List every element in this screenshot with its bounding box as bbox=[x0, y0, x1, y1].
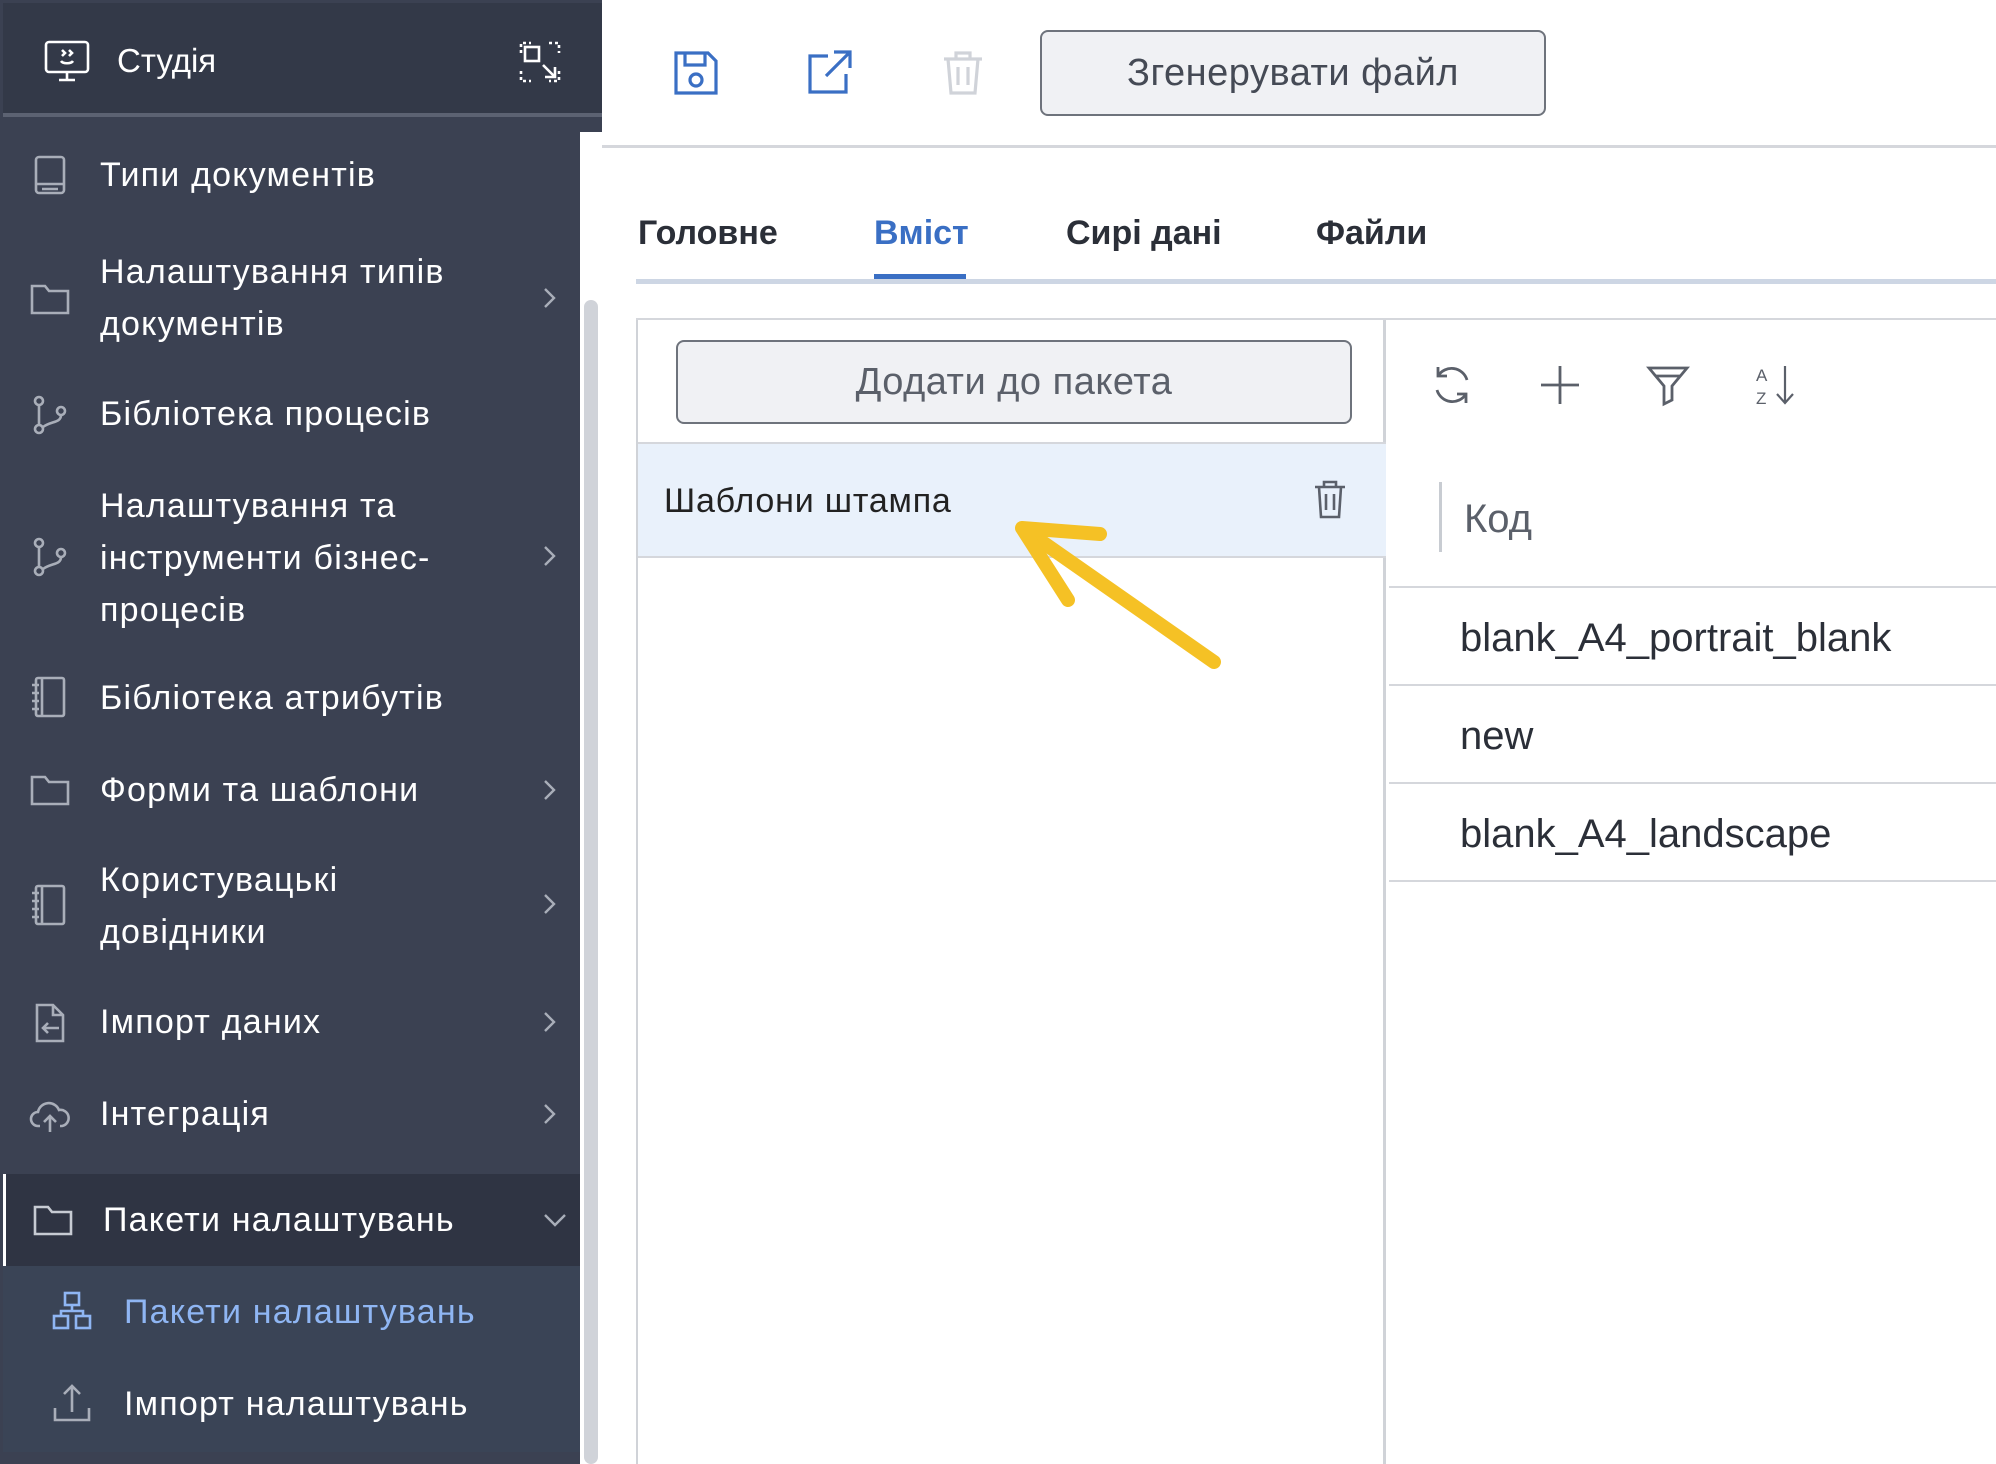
folder-icon bbox=[30, 284, 70, 315]
chevron-right-icon bbox=[544, 546, 556, 566]
notebook-icon bbox=[32, 676, 66, 718]
column-header-code[interactable]: Код bbox=[1389, 450, 1996, 588]
file-import-icon bbox=[35, 1003, 65, 1043]
app-title: Студія bbox=[117, 42, 217, 79]
sidebar-item-attribute-library[interactable]: Бібліотека атрибутів bbox=[3, 652, 580, 744]
tab-content[interactable]: Вміст bbox=[874, 210, 969, 256]
upload-icon bbox=[53, 1384, 91, 1422]
package-items-panel: Додати до пакета Шаблони штампа bbox=[636, 320, 1386, 1464]
tab-bar: Головне Вміст Сирі дані Файли bbox=[636, 196, 1996, 284]
refresh-icon[interactable] bbox=[1429, 362, 1475, 408]
generate-file-button[interactable]: Згенерувати файл bbox=[1040, 30, 1546, 116]
sidebar-item-label: Інтеграція bbox=[100, 1095, 270, 1133]
svg-text:A: A bbox=[1756, 366, 1768, 385]
studio-logo-icon bbox=[44, 40, 90, 82]
table-cell: new bbox=[1460, 714, 1534, 758]
sidebar-item-user-dictionaries[interactable]: Користувацькі довідники bbox=[3, 836, 580, 976]
chevron-right-icon bbox=[544, 894, 556, 914]
branch-icon bbox=[33, 537, 67, 577]
sidebar-item-label: Імпорт даних bbox=[100, 1003, 322, 1041]
sidebar-item-label: Бібліотека атрибутів bbox=[100, 679, 444, 717]
packages-icon bbox=[52, 1291, 92, 1330]
svg-text:Z: Z bbox=[1756, 389, 1766, 408]
folder-icon bbox=[33, 1205, 73, 1236]
sidebar-subitem-settings-import[interactable]: Імпорт налаштувань bbox=[3, 1358, 580, 1452]
sidebar-item-bp-tools[interactable]: Налаштування та інструменти бізнес-проце… bbox=[3, 460, 580, 652]
sidebar-item-settings-packages[interactable]: Пакети налаштувань bbox=[3, 1174, 580, 1266]
sidebar-item-document-types[interactable]: Типи документів bbox=[3, 122, 580, 228]
sidebar-item-label: Пакети налаштувань bbox=[103, 1201, 455, 1239]
code-list-panel: A Z Код blank_A4_portrait_blank new blan… bbox=[1389, 320, 1996, 1464]
save-icon[interactable] bbox=[671, 48, 721, 98]
annotation-arrow bbox=[1015, 521, 1221, 669]
list-item-label: Шаблони штампа bbox=[664, 482, 952, 520]
table-row[interactable]: blank_A4_portrait_blank bbox=[1389, 588, 1996, 686]
sidebar-item-forms-templates[interactable]: Форми та шаблони bbox=[3, 744, 580, 836]
column-header-label: Код bbox=[1464, 497, 1533, 541]
sidebar-item-integration[interactable]: Інтеграція bbox=[3, 1068, 580, 1160]
content-area: Додати до пакета Шаблони штампа A Z Код bbox=[636, 318, 1996, 1464]
document-icon bbox=[34, 155, 66, 195]
add-icon[interactable] bbox=[1537, 362, 1583, 408]
chevron-right-icon bbox=[544, 1012, 556, 1032]
chevron-right-icon bbox=[544, 288, 556, 308]
sidebar-item-label: Типи документів bbox=[100, 156, 376, 194]
sidebar-header: Студія bbox=[3, 3, 602, 117]
sidebar-item-label: Користувацькі довідники bbox=[100, 861, 339, 951]
sidebar-item-document-type-settings[interactable]: Налаштування типів документів bbox=[3, 228, 580, 368]
cloud-upload-icon bbox=[29, 1101, 70, 1132]
sidebar-scrollbar-thumb[interactable] bbox=[584, 300, 598, 1464]
column-separator bbox=[1439, 482, 1442, 552]
tab-raw-data[interactable]: Сирі дані bbox=[1066, 210, 1222, 256]
folder-icon bbox=[30, 775, 70, 806]
branch-icon bbox=[33, 395, 67, 435]
sidebar-item-process-library[interactable]: Бібліотека процесів bbox=[3, 368, 580, 460]
sidebar-item-label: Бібліотека процесів bbox=[100, 395, 432, 433]
collapse-sidebar-icon[interactable] bbox=[517, 39, 563, 85]
sidebar: Студія Типи документів Налаштування типі… bbox=[0, 0, 602, 1464]
sidebar-subitem-settings-packages[interactable]: Пакети налаштувань bbox=[3, 1266, 580, 1358]
chevron-down-icon bbox=[544, 1214, 566, 1227]
open-external-icon[interactable] bbox=[804, 48, 854, 98]
main-area: Згенерувати файл Головне Вміст Сирі дані… bbox=[602, 0, 1996, 1464]
table-row[interactable]: blank_A4_landscape bbox=[1389, 784, 1996, 882]
sort-az-icon[interactable]: A Z bbox=[1753, 362, 1799, 408]
trash-icon[interactable] bbox=[1312, 478, 1348, 520]
sidebar-item-label: Імпорт налаштувань bbox=[124, 1385, 469, 1423]
table-cell: blank_A4_portrait_blank bbox=[1460, 616, 1892, 660]
sidebar-item-label: Налаштування та інструменти бізнес-проце… bbox=[100, 487, 431, 629]
chevron-right-icon bbox=[544, 1104, 556, 1124]
table-cell: blank_A4_landscape bbox=[1460, 812, 1832, 856]
toolbar: Згенерувати файл bbox=[602, 0, 1996, 148]
chevron-right-icon bbox=[544, 780, 556, 800]
filter-icon[interactable] bbox=[1645, 362, 1691, 408]
tab-files[interactable]: Файли bbox=[1316, 210, 1427, 256]
tab-main[interactable]: Головне bbox=[638, 210, 778, 256]
sidebar-item-data-import[interactable]: Імпорт даних bbox=[3, 976, 580, 1068]
add-to-package-button[interactable]: Додати до пакета bbox=[676, 340, 1352, 424]
table-row[interactable]: new bbox=[1389, 686, 1996, 784]
sidebar-item-label: Пакети налаштувань bbox=[124, 1293, 476, 1331]
sidebar-item-label: Форми та шаблони bbox=[100, 771, 420, 809]
sidebar-menu: Типи документів Налаштування типів докум… bbox=[3, 122, 580, 1452]
delete-icon[interactable] bbox=[938, 48, 988, 98]
notebook-icon bbox=[32, 884, 66, 926]
sidebar-item-label: Налаштування типів документів bbox=[100, 253, 445, 343]
active-tab-indicator bbox=[874, 274, 966, 279]
